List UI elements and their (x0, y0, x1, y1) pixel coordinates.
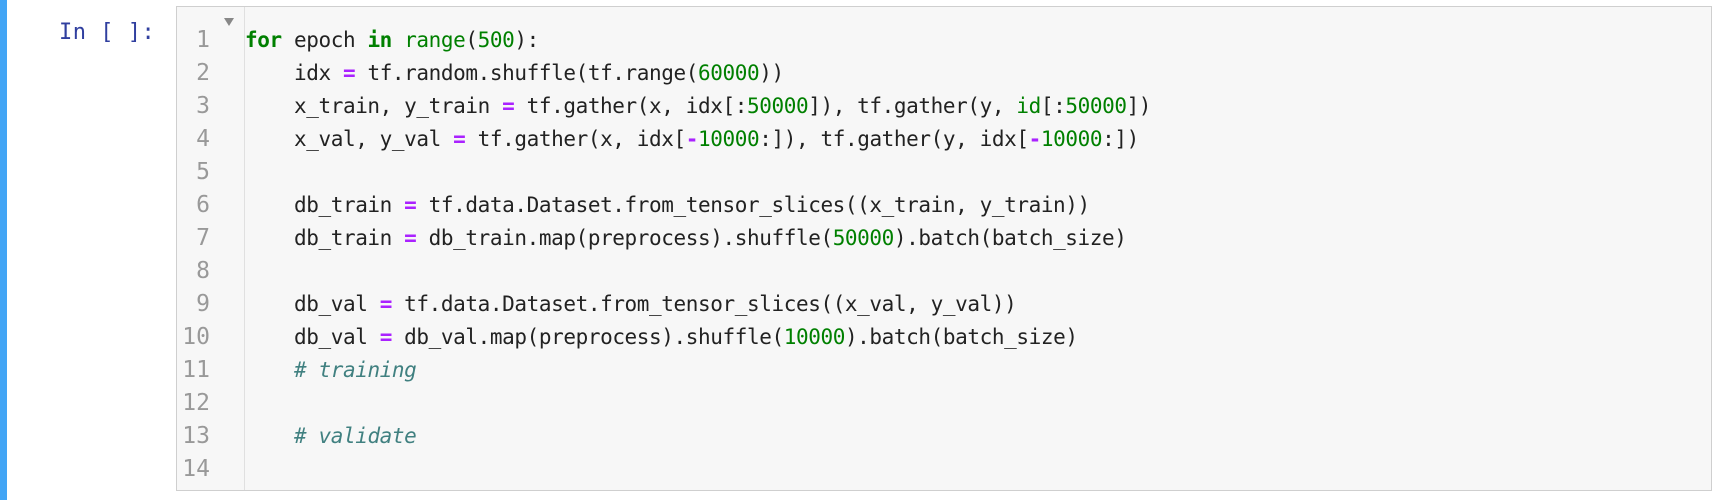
code-token: = (404, 226, 417, 250)
code-line[interactable]: db_val = tf.data.Dataset.from_tensor_sli… (245, 288, 1017, 321)
code-token: tf.gather(x, idx[: (514, 94, 748, 118)
code-token: ).batch(batch_size) (844, 325, 1078, 349)
code-token: db_val.map(preprocess).shuffle( (391, 325, 784, 349)
code-line[interactable]: # training (245, 354, 417, 387)
code-line[interactable]: for epoch in range(500): (245, 24, 539, 57)
code-token: ]), tf.gather(y, (808, 94, 1017, 118)
code-token: epoch (281, 28, 368, 52)
code-token: )) (759, 61, 784, 85)
line-number-gutter: 1 2 3 4 5 6 7 8 9 10 11 12 13 14 (177, 7, 245, 490)
line-number: 3 (196, 93, 210, 119)
code-token: ]) (1126, 94, 1152, 118)
code-token: in (367, 28, 392, 52)
code-token: ).batch(batch_size) (893, 226, 1127, 250)
code-token: 50000 (1065, 94, 1127, 118)
code-token: 50000 (746, 94, 809, 118)
code-token: [: (1040, 94, 1066, 118)
code-token: tf.gather(x, idx[ (465, 127, 687, 151)
code-token: - (1028, 127, 1042, 151)
line-number: 6 (196, 192, 210, 218)
code-token: = (379, 325, 393, 349)
line-number: 8 (196, 258, 210, 284)
code-line[interactable]: db_val = db_val.map(preprocess).shuffle(… (245, 321, 1078, 354)
line-number: 9 (196, 291, 210, 317)
line-number: 5 (196, 159, 210, 185)
code-token: idx (245, 61, 343, 85)
code-line[interactable]: db_train = tf.data.Dataset.from_tensor_s… (245, 189, 1090, 222)
code-token: 50000 (832, 226, 895, 250)
code-token: = (453, 127, 466, 151)
line-number: 10 (182, 324, 210, 350)
code-token: = (502, 94, 515, 118)
fold-triangle-icon[interactable] (224, 18, 234, 26)
code-token: - (685, 127, 699, 151)
line-number: 13 (182, 423, 210, 449)
code-token: 500 (477, 28, 515, 52)
code-token: 10000 (698, 127, 760, 151)
input-prompt: In [ ]: (59, 20, 156, 45)
line-number: 2 (196, 60, 210, 86)
code-token: x_train, y_train (245, 94, 503, 118)
code-token: # validate (293, 424, 417, 448)
notebook-code-cell[interactable]: In [ ]: 1 2 3 4 5 6 7 8 9 10 11 12 13 14 for epoch in… (0, 0, 1718, 500)
code-token: 10000 (1040, 127, 1103, 151)
code-token: ): (514, 28, 539, 52)
line-number: 12 (182, 390, 210, 416)
code-token: db_train (245, 193, 405, 217)
code-token: db_train (245, 226, 405, 250)
code-token: ( (465, 28, 478, 52)
code-line[interactable]: idx = tf.random.shuffle(tf.range(60000)) (245, 57, 784, 90)
code-token: range (404, 28, 466, 52)
code-token: 60000 (698, 61, 760, 85)
line-number: 11 (182, 357, 210, 383)
code-token: tf.random.shuffle(tf.range( (355, 61, 699, 85)
code-token: tf.data.Dataset.from_tensor_slices((x_va… (391, 292, 1017, 316)
code-token: = (342, 61, 356, 85)
line-number: 14 (182, 456, 210, 482)
code-token: 10000 (783, 325, 846, 349)
line-number: 7 (196, 225, 210, 251)
code-token: db_train.map(preprocess).shuffle( (416, 226, 833, 250)
line-number: 1 (196, 27, 210, 53)
code-line[interactable]: x_val, y_val = tf.gather(x, idx[-10000:]… (245, 123, 1139, 156)
cell-selection-indicator (0, 0, 7, 500)
line-number: 4 (196, 126, 210, 152)
code-token: :]), tf.gather(y, idx[ (759, 127, 1029, 151)
code-token: = (379, 292, 393, 316)
code-editor[interactable]: 1 2 3 4 5 6 7 8 9 10 11 12 13 14 for epoch in range(5… (176, 6, 1712, 491)
code-token: :]) (1102, 127, 1139, 151)
code-token: x_val, y_val (245, 127, 454, 151)
code-token: # training (293, 358, 417, 382)
code-area[interactable]: for epoch in range(500): idx = tf.random… (245, 7, 1711, 490)
code-token: = (404, 193, 417, 217)
code-line[interactable]: db_train = db_train.map(preprocess).shuf… (245, 222, 1127, 255)
code-token: id (1016, 94, 1041, 118)
code-token: tf.data.Dataset.from_tensor_slices((x_tr… (416, 193, 1091, 217)
code-token: for (245, 28, 282, 52)
code-token: db_val (245, 292, 380, 316)
code-line[interactable]: x_train, y_train = tf.gather(x, idx[:500… (245, 90, 1151, 123)
code-token: db_val (245, 325, 380, 349)
code-line[interactable]: # validate (245, 420, 417, 453)
